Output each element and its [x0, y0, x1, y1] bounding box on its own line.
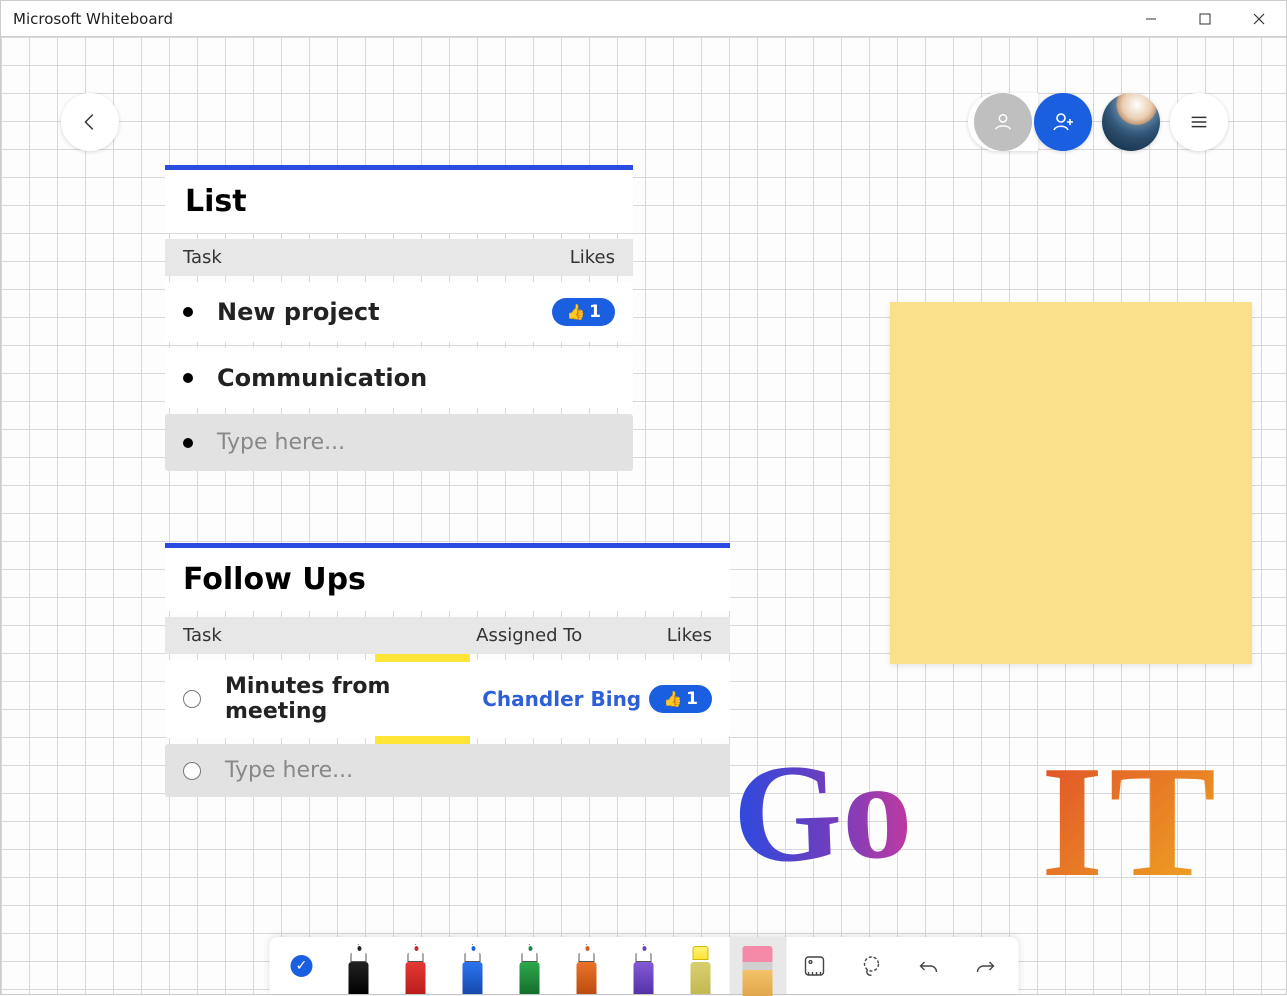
followups-row[interactable]: Minutes from meeting Chandler Bing 👍 1: [165, 660, 730, 738]
ink-stroke-it: IT: [1041, 729, 1222, 914]
like-count: 1: [686, 689, 698, 709]
ink-stroke-go: Go: [730, 729, 914, 896]
followups-column-task: Task: [183, 625, 476, 646]
window-title: Microsoft Whiteboard: [13, 10, 173, 28]
followups-column-likes: Likes: [667, 625, 712, 646]
invite-button[interactable]: [1034, 93, 1092, 151]
pen-purple-button[interactable]: [615, 937, 672, 994]
redo-button[interactable]: [957, 937, 1014, 994]
checkbox-icon[interactable]: [183, 762, 201, 780]
back-button[interactable]: [61, 93, 119, 151]
whiteboard-canvas[interactable]: List Task Likes New project 👍 1 Communic…: [1, 37, 1286, 994]
list-row-text: Communication: [217, 364, 615, 392]
ruler-button[interactable]: [786, 937, 843, 994]
checkbox-icon[interactable]: [183, 690, 201, 708]
list-column-likes: Likes: [570, 247, 615, 268]
list-row[interactable]: Communication: [165, 348, 633, 408]
like-button[interactable]: 👍 1: [649, 685, 712, 713]
lasso-button[interactable]: [843, 937, 900, 994]
pen-black-button[interactable]: [330, 937, 387, 994]
followups-row-text: Minutes from meeting: [225, 674, 482, 724]
eraser-button[interactable]: [729, 937, 786, 994]
window-maximize-button[interactable]: [1178, 1, 1232, 37]
list-column-task: Task: [183, 247, 570, 268]
pen-red-button[interactable]: [387, 937, 444, 994]
titlebar: Microsoft Whiteboard: [1, 1, 1286, 37]
list-row-text: New project: [217, 298, 552, 326]
pen-orange-button[interactable]: [558, 937, 615, 994]
highlighter-button[interactable]: [672, 937, 729, 994]
bullet-icon: [183, 307, 193, 317]
list-card-header-row: Task Likes: [165, 239, 633, 276]
user-avatar-image: [1102, 93, 1160, 151]
pen-green-button[interactable]: [501, 937, 558, 994]
participants-widget: [968, 93, 1092, 151]
followups-card-title: Follow Ups: [165, 543, 730, 611]
followups-placeholder-text: Type here...: [225, 758, 520, 783]
like-count: 1: [589, 302, 601, 322]
list-card[interactable]: List Task Likes New project 👍 1 Communic…: [165, 165, 633, 471]
check-icon: [291, 955, 313, 977]
bullet-icon: [183, 373, 193, 383]
thumbs-up-icon: 👍: [566, 303, 585, 321]
followups-card[interactable]: Follow Ups Task Assigned To Likes Minute…: [165, 543, 730, 797]
settings-menu-button[interactable]: [1170, 93, 1228, 151]
select-mode-button[interactable]: [273, 937, 330, 994]
pen-toolbar: [269, 937, 1018, 994]
bullet-icon: [183, 438, 193, 448]
list-row[interactable]: New project 👍 1: [165, 282, 633, 342]
followups-add-row[interactable]: Type here...: [165, 744, 730, 797]
followups-column-assigned: Assigned To: [476, 625, 667, 646]
participant-placeholder-icon: [974, 93, 1032, 151]
window-minimize-button[interactable]: [1124, 1, 1178, 37]
followups-row-assigned[interactable]: Chandler Bing: [482, 687, 649, 711]
followups-header-row: Task Assigned To Likes: [165, 617, 730, 654]
list-card-title: List: [165, 165, 633, 233]
sticky-note[interactable]: [890, 302, 1252, 664]
thumbs-up-icon: 👍: [663, 690, 682, 708]
participants-stack[interactable]: [968, 93, 1038, 151]
like-button[interactable]: 👍 1: [552, 298, 615, 326]
list-placeholder-text: Type here...: [217, 430, 615, 455]
pen-blue-button[interactable]: [444, 937, 501, 994]
list-add-row[interactable]: Type here...: [165, 414, 633, 471]
window-close-button[interactable]: [1232, 1, 1286, 37]
user-avatar-button[interactable]: [1102, 93, 1160, 151]
undo-button[interactable]: [900, 937, 957, 994]
